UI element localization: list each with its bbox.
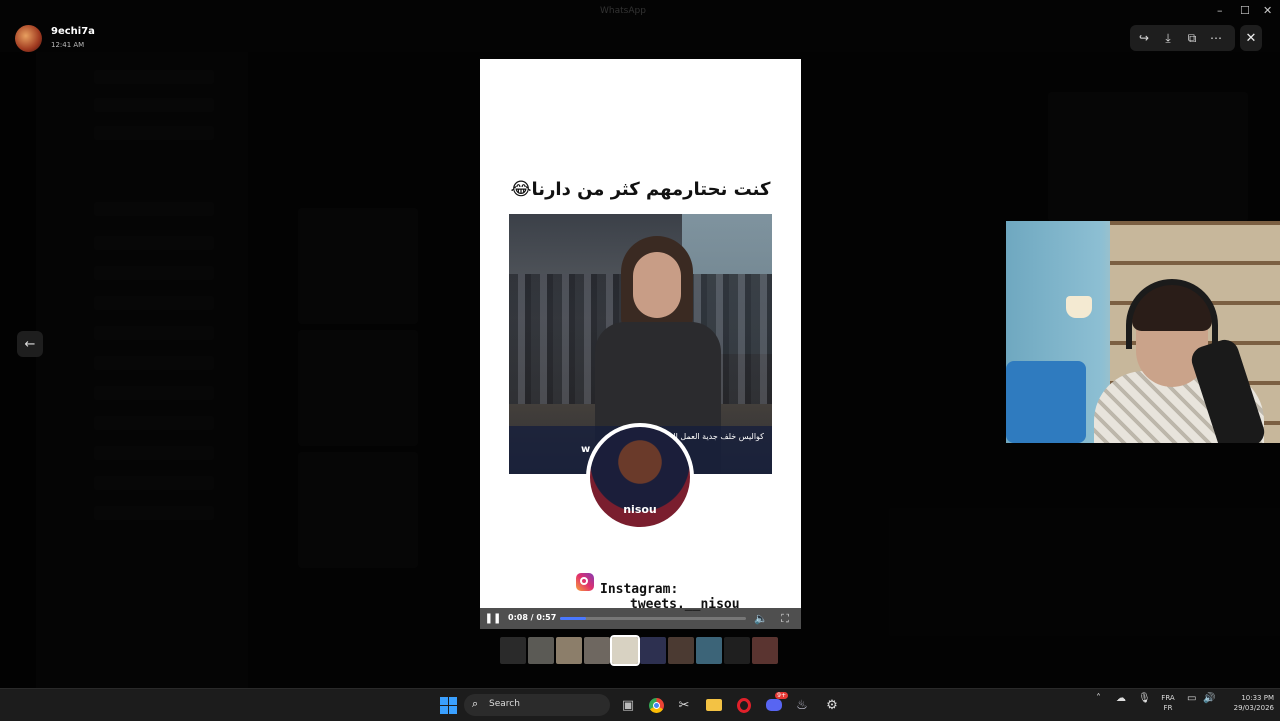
app-settings-icon[interactable]: ⚙ — [822, 695, 842, 715]
snipping-tool-icon[interactable]: ✂ — [674, 695, 694, 715]
search-label: Search — [489, 699, 520, 709]
sent-time: 12:41 AM — [51, 41, 85, 49]
discord-icon[interactable]: 9+ — [764, 692, 788, 715]
windows-start-icon[interactable] — [438, 695, 458, 715]
media-thumbnail[interactable] — [556, 637, 582, 664]
forward-icon[interactable]: ↪ — [1132, 25, 1156, 51]
avatar[interactable] — [15, 25, 42, 52]
media-thumbnail[interactable] — [668, 637, 694, 664]
window-close-icon[interactable]: ✕ — [1263, 4, 1272, 17]
language-code: FRA — [1161, 694, 1175, 702]
speaker-icon[interactable]: 🔊 — [1203, 693, 1215, 704]
media-thumbnail[interactable] — [696, 637, 722, 664]
fullscreen-icon[interactable]: ⛶ — [776, 610, 794, 627]
network-icon[interactable]: ▭ — [1187, 693, 1196, 704]
media-toolbar: ↪ ⤓ ⧉ ⋯ — [1130, 25, 1235, 51]
microphone-icon[interactable]: 🎙 — [1138, 693, 1151, 704]
instagram-label: Instagram: — [600, 582, 679, 597]
video-caption: كنت نحتارمهم كثر من دارنا😂 — [510, 179, 771, 200]
media-thumbnail[interactable] — [640, 637, 666, 664]
clock-time: 10:33 PM — [1241, 694, 1274, 702]
task-view-icon[interactable]: ▣ — [618, 695, 638, 715]
taskbar-search[interactable]: ⌕ Search — [464, 694, 610, 716]
search-icon: ⌕ — [472, 697, 479, 710]
media-thumbnail[interactable] — [724, 637, 750, 664]
close-icon[interactable]: ✕ — [1240, 25, 1262, 51]
language-indicator[interactable]: FRA FR — [1158, 693, 1178, 713]
pause-icon[interactable]: ❚❚ — [484, 610, 502, 627]
file-explorer-icon[interactable] — [704, 695, 724, 715]
seek-bar[interactable] — [560, 617, 746, 620]
clock-date: 29/03/2026 — [1233, 704, 1274, 712]
chrome-icon[interactable] — [646, 695, 666, 715]
video-player[interactable]: كنت نحتارمهم كثر من دارنا😂 كواليس خلف جد… — [480, 59, 801, 629]
more-icon[interactable]: ⋯ — [1204, 25, 1228, 51]
download-icon[interactable]: ⤓ — [1156, 25, 1180, 51]
sofa — [1006, 361, 1086, 443]
volume-icon[interactable]: 🔈 — [752, 610, 770, 627]
webcam-overlay — [1006, 221, 1280, 443]
media-thumbnail[interactable] — [500, 637, 526, 664]
maximize-icon[interactable]: ☐ — [1240, 4, 1250, 17]
seek-bar-fill — [560, 617, 587, 620]
open-external-icon[interactable]: ⧉ — [1180, 25, 1204, 51]
media-thumbnail[interactable] — [528, 637, 554, 664]
chevron-up-icon[interactable]: ˄ — [1096, 693, 1101, 704]
window-title: WhatsApp — [600, 6, 646, 16]
media-viewer-header: 9echi7a 12:41 AM WhatsApp – ☐ ✕ ↪ ⤓ ⧉ ⋯ … — [0, 0, 1280, 60]
onedrive-icon[interactable]: ☁ — [1116, 693, 1126, 704]
lamp — [1066, 296, 1092, 318]
steam-icon[interactable]: ♨ — [792, 695, 812, 715]
sender-name: 9echi7a — [51, 26, 95, 37]
video-controls: ❚❚ 0:08 / 0:57 🔈 ⛶ — [480, 608, 801, 629]
system-clock[interactable]: 10:33 PM 29/03/2026 — [1222, 693, 1274, 713]
minimize-icon[interactable]: – — [1217, 4, 1223, 17]
time-display: 0:08 / 0:57 — [508, 613, 557, 622]
instagram-icon — [576, 573, 594, 591]
media-thumbnail-strip — [500, 635, 780, 666]
media-thumbnail[interactable] — [584, 637, 610, 664]
reporter-face — [633, 252, 681, 318]
media-thumbnail[interactable] — [610, 635, 640, 666]
opera-icon[interactable] — [734, 695, 754, 715]
windows-taskbar: ⌕ Search ▣ ✂ 9+ ♨ ⚙ ˄ ☁ 🎙 FRA FR ▭ 🔊 10:… — [0, 688, 1280, 721]
channel-name: nisou — [623, 503, 657, 516]
keyboard-layout: FR — [1163, 704, 1173, 712]
discord-badge: 9+ — [775, 692, 788, 699]
media-thumbnail[interactable] — [752, 637, 778, 664]
lower-third-website: w — [581, 444, 591, 455]
previous-media-button[interactable]: ← — [17, 331, 43, 357]
